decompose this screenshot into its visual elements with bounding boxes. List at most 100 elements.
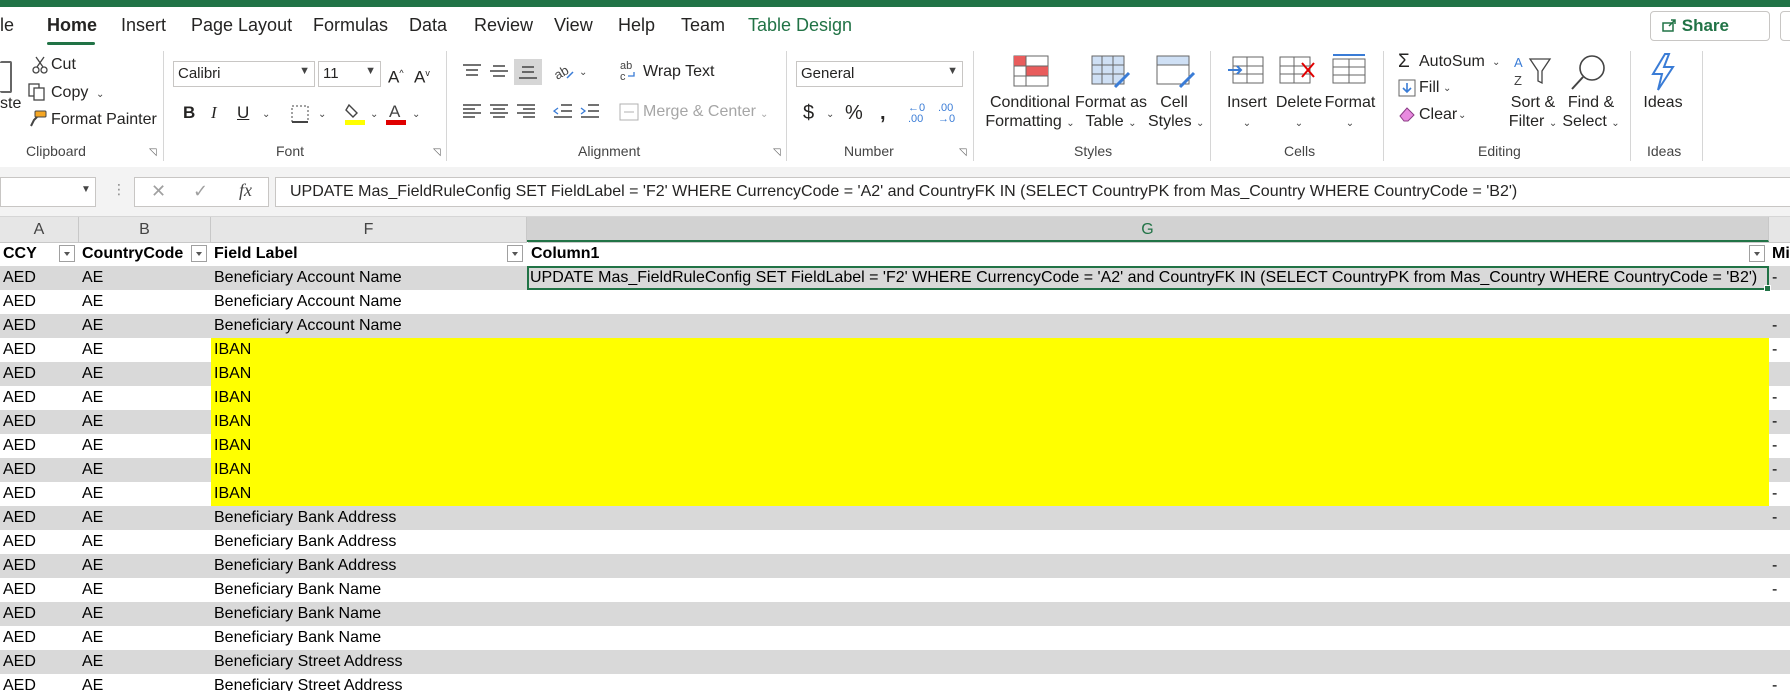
table-cell-country[interactable]: AE <box>79 626 211 650</box>
table-cell-mi[interactable]: - <box>1769 386 1790 410</box>
table-cell-col1[interactable]: UPDATE Mas_FieldRuleConfig SET FieldLabe… <box>527 266 1769 290</box>
comments-button[interactable]: Co <box>1780 11 1790 41</box>
table-cell-country[interactable]: AE <box>79 362 211 386</box>
column-header-f[interactable]: F <box>211 217 527 242</box>
accounting-format-icon[interactable]: $ <box>803 103 814 123</box>
increase-decimal-icon[interactable]: ←0.00 <box>908 103 925 125</box>
number-launcher-icon[interactable]: ◹ <box>959 147 967 158</box>
table-cell-ccy[interactable]: AED <box>0 314 79 338</box>
table-cell-ccy[interactable]: AED <box>0 674 79 691</box>
table-cell-field[interactable]: IBAN <box>211 458 527 482</box>
cancel-icon[interactable]: ✕ <box>151 181 166 202</box>
table-cell-country[interactable]: AE <box>79 458 211 482</box>
align-left-icon[interactable] <box>462 103 482 119</box>
header-column1[interactable]: Column1 <box>527 242 1769 266</box>
font-color-icon[interactable]: A <box>385 101 407 125</box>
tab-formulas[interactable]: Formulas <box>313 15 388 36</box>
table-cell-mi[interactable]: - <box>1769 554 1790 578</box>
fill-button[interactable]: Fill <box>1419 79 1439 97</box>
table-cell-mi[interactable]: - <box>1769 410 1790 434</box>
table-cell-mi[interactable] <box>1769 602 1790 626</box>
table-cell-ccy[interactable]: AED <box>0 650 79 674</box>
bold-icon[interactable]: B <box>183 103 195 123</box>
table-cell-mi[interactable] <box>1769 626 1790 650</box>
table-cell-ccy[interactable]: AED <box>0 578 79 602</box>
table-cell-mi[interactable]: - <box>1769 338 1790 362</box>
header-field-label[interactable]: Field Label <box>211 242 527 266</box>
table-cell-field[interactable]: IBAN <box>211 410 527 434</box>
autosum-button[interactable]: AutoSum <box>1419 53 1485 71</box>
tab-team[interactable]: Team <box>681 15 725 36</box>
borders-chevron-icon[interactable]: ⌄ <box>318 109 326 120</box>
column-header-a[interactable]: A <box>0 217 79 242</box>
table-cell-col1[interactable] <box>527 674 1769 691</box>
align-right-icon[interactable] <box>516 103 536 119</box>
table-cell-col1[interactable] <box>527 338 1769 362</box>
table-cell-ccy[interactable]: AED <box>0 506 79 530</box>
table-cell-field[interactable]: Beneficiary Street Address <box>211 674 527 691</box>
format-cells-button[interactable]: Format ⌄ <box>1324 93 1376 133</box>
table-cell-col1[interactable] <box>527 386 1769 410</box>
table-cell-mi[interactable] <box>1769 362 1790 386</box>
table-cell-country[interactable]: AE <box>79 602 211 626</box>
font-color-chevron-icon[interactable]: ⌄ <box>412 109 420 120</box>
column-header-g[interactable]: G <box>527 217 1769 242</box>
align-center-icon[interactable] <box>489 103 509 119</box>
table-cell-mi[interactable]: - <box>1769 578 1790 602</box>
table-cell-ccy[interactable]: AED <box>0 530 79 554</box>
align-middle-icon[interactable] <box>489 63 509 79</box>
table-cell-col1[interactable] <box>527 458 1769 482</box>
copy-dropdown-chevron-icon[interactable]: ⌄ <box>96 89 104 100</box>
increase-font-size-icon[interactable]: A^ <box>388 63 404 88</box>
table-cell-mi[interactable] <box>1769 290 1790 314</box>
borders-icon[interactable] <box>290 104 310 124</box>
table-cell-field[interactable]: Beneficiary Street Address <box>211 650 527 674</box>
table-cell-country[interactable]: AE <box>79 386 211 410</box>
filter-dropdown-icon[interactable] <box>1749 245 1765 262</box>
decrease-decimal-icon[interactable]: .00 →0 <box>938 103 955 125</box>
table-cell-ccy[interactable]: AED <box>0 410 79 434</box>
table-cell-col1[interactable] <box>527 314 1769 338</box>
table-cell-col1[interactable] <box>527 530 1769 554</box>
orientation-chevron-icon[interactable]: ⌄ <box>579 67 587 78</box>
cell-styles-button[interactable]: Cell Styles ⌄ <box>1148 93 1204 133</box>
table-cell-field[interactable]: Beneficiary Account Name <box>211 314 527 338</box>
font-launcher-icon[interactable]: ◹ <box>433 147 441 158</box>
fill-color-icon[interactable] <box>344 101 366 125</box>
ideas-button[interactable]: Ideas <box>1636 93 1690 112</box>
table-cell-col1[interactable] <box>527 578 1769 602</box>
table-cell-col1[interactable] <box>527 650 1769 674</box>
name-box-chevron-icon[interactable]: ▼ <box>81 184 91 195</box>
sort-filter-button[interactable]: Sort & Filter ⌄ <box>1504 93 1562 133</box>
table-cell-field[interactable]: Beneficiary Bank Address <box>211 506 527 530</box>
tab-review[interactable]: Review <box>474 15 533 36</box>
cut-button[interactable]: Cut <box>51 56 76 74</box>
paste-button[interactable]: ste <box>0 95 21 113</box>
percent-style-icon[interactable]: % <box>845 103 863 123</box>
table-cell-mi[interactable]: - <box>1769 266 1790 290</box>
fill-color-chevron-icon[interactable]: ⌄ <box>370 109 378 120</box>
table-cell-col1[interactable] <box>527 362 1769 386</box>
table-cell-col1[interactable] <box>527 506 1769 530</box>
table-cell-field[interactable]: IBAN <box>211 386 527 410</box>
clear-button[interactable]: Clear <box>1419 106 1457 124</box>
wrap-text-button[interactable]: Wrap Text <box>643 63 714 81</box>
font-name-select[interactable]: Calibri ▼ <box>173 61 315 87</box>
table-cell-ccy[interactable]: AED <box>0 482 79 506</box>
table-cell-ccy[interactable]: AED <box>0 266 79 290</box>
table-cell-field[interactable]: Beneficiary Account Name <box>211 266 527 290</box>
table-cell-field[interactable]: IBAN <box>211 338 527 362</box>
header-next[interactable]: Mi <box>1769 242 1790 266</box>
alignment-launcher-icon[interactable]: ◹ <box>773 147 781 158</box>
tab-page-layout[interactable]: Page Layout <box>191 15 292 36</box>
filter-dropdown-icon[interactable] <box>507 245 523 262</box>
table-cell-country[interactable]: AE <box>79 554 211 578</box>
table-cell-mi[interactable]: - <box>1769 314 1790 338</box>
table-cell-field[interactable]: Beneficiary Account Name <box>211 290 527 314</box>
decrease-indent-icon[interactable] <box>553 103 573 119</box>
table-cell-field[interactable]: Beneficiary Bank Address <box>211 530 527 554</box>
tab-table-design[interactable]: Table Design <box>748 15 852 36</box>
orientation-icon[interactable]: ab <box>553 60 575 82</box>
filter-dropdown-icon[interactable] <box>191 245 207 262</box>
table-cell-col1[interactable] <box>527 290 1769 314</box>
